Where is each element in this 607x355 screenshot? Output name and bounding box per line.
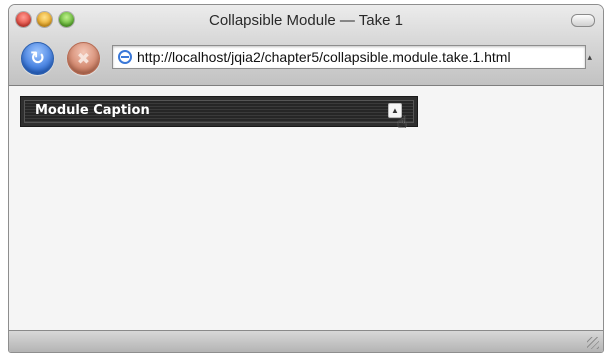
stop-button[interactable]: ✖ [67, 42, 100, 75]
resize-grip-icon[interactable] [587, 337, 599, 349]
module-caption-bar: Module Caption ▲ [24, 100, 414, 123]
status-bar [9, 330, 603, 352]
hand-cursor-icon: ☝ [397, 113, 408, 132]
address-bar[interactable]: http://localhost/jqia2/chapter5/collapsi… [112, 45, 592, 69]
module-caption: Module Caption [35, 103, 150, 118]
toolbar-toggle-button[interactable] [571, 14, 595, 27]
url-text: http://localhost/jqia2/chapter5/collapsi… [137, 49, 511, 65]
reload-button[interactable]: ↻ [21, 42, 54, 75]
stop-icon: ✖ [76, 50, 91, 68]
window-title: Collapsible Module — Take 1 [209, 12, 403, 29]
url-dropdown-icon[interactable]: ▴ [587, 52, 592, 63]
reload-icon: ↻ [29, 48, 46, 68]
collapsible-module: Module Caption ▲ [20, 96, 418, 127]
browser-window: Collapsible Module — Take 1 ↻ ✖ http://l… [8, 4, 604, 353]
title-bar: Collapsible Module — Take 1 ↻ ✖ http://l… [9, 5, 603, 86]
page-content: Module Caption ▲ ☝ [9, 86, 603, 330]
globe-icon [118, 50, 132, 64]
